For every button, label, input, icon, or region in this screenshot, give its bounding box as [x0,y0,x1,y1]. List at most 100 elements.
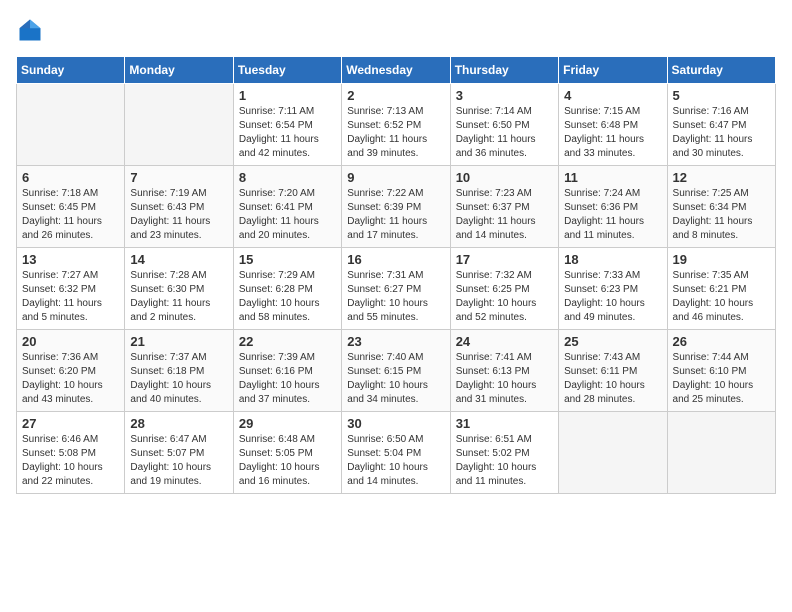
calendar-cell: 6 Sunrise: 7:18 AM Sunset: 6:45 PM Daylig… [17,166,125,248]
day-number: 5 [673,88,770,103]
page-header [16,16,776,44]
day-header-friday: Friday [559,57,667,84]
day-number: 30 [347,416,444,431]
day-header-sunday: Sunday [17,57,125,84]
day-info: Sunrise: 7:13 AM Sunset: 6:52 PM Dayligh… [347,105,444,161]
day-info: Sunrise: 6:47 AM Sunset: 5:07 PM Dayligh… [130,433,227,489]
day-number: 21 [130,334,227,349]
day-info: Sunrise: 6:50 AM Sunset: 5:04 PM Dayligh… [347,433,444,489]
calendar-cell: 7Sunrise: 7:19 AM Sunset: 6:43 PM Daylig… [125,166,233,248]
calendar-cell: 27 Sunrise: 6:46 AM Sunset: 5:08 PM Dayli… [17,412,125,494]
calendar-cell: 26 Sunrise: 7:44 AM Sunset: 6:10 PM Dayli… [667,330,775,412]
calendar-cell: 18 Sunrise: 7:33 AM Sunset: 6:23 PM Dayli… [559,248,667,330]
calendar-cell: 29 Sunrise: 6:48 AM Sunset: 5:05 PM Dayli… [233,412,341,494]
calendar-cell: 1 Sunrise: 7:11 AM Sunset: 6:54 PM Daylig… [233,84,341,166]
header-row: SundayMondayTuesdayWednesdayThursdayFrid… [17,57,776,84]
day-info: Sunrise: 7:35 AM Sunset: 6:21 PM Dayligh… [673,269,770,325]
day-header-thursday: Thursday [450,57,558,84]
calendar-cell: 25Sunrise: 7:43 AM Sunset: 6:11 PM Dayli… [559,330,667,412]
day-number: 4 [564,88,661,103]
day-number: 31 [456,416,553,431]
day-number: 24 [456,334,553,349]
day-number: 14 [130,252,227,267]
day-info: Sunrise: 7:11 AM Sunset: 6:54 PM Dayligh… [239,105,336,161]
calendar-cell: 24Sunrise: 7:41 AM Sunset: 6:13 PM Dayli… [450,330,558,412]
day-info: Sunrise: 6:48 AM Sunset: 5:05 PM Dayligh… [239,433,336,489]
calendar-cell: 4 Sunrise: 7:15 AM Sunset: 6:48 PM Daylig… [559,84,667,166]
day-number: 23 [347,334,444,349]
day-info: Sunrise: 7:27 AM Sunset: 6:32 PM Dayligh… [22,269,119,325]
calendar-cell: 11 Sunrise: 7:24 AM Sunset: 6:36 PM Dayli… [559,166,667,248]
week-row-3: 13 Sunrise: 7:27 AM Sunset: 6:32 PM Dayli… [17,248,776,330]
day-info: Sunrise: 7:22 AM Sunset: 6:39 PM Dayligh… [347,187,444,243]
day-number: 19 [673,252,770,267]
calendar-cell [559,412,667,494]
day-info: Sunrise: 7:24 AM Sunset: 6:36 PM Dayligh… [564,187,661,243]
calendar-cell: 30 Sunrise: 6:50 AM Sunset: 5:04 PM Dayli… [342,412,450,494]
calendar-cell: 31 Sunrise: 6:51 AM Sunset: 5:02 PM Dayli… [450,412,558,494]
day-info: Sunrise: 6:46 AM Sunset: 5:08 PM Dayligh… [22,433,119,489]
day-info: Sunrise: 7:18 AM Sunset: 6:45 PM Dayligh… [22,187,119,243]
day-info: Sunrise: 7:40 AM Sunset: 6:15 PM Dayligh… [347,351,444,407]
day-number: 2 [347,88,444,103]
day-info: Sunrise: 7:32 AM Sunset: 6:25 PM Dayligh… [456,269,553,325]
calendar-table: SundayMondayTuesdayWednesdayThursdayFrid… [16,56,776,494]
day-number: 3 [456,88,553,103]
day-info: Sunrise: 7:37 AM Sunset: 6:18 PM Dayligh… [130,351,227,407]
day-info: Sunrise: 7:29 AM Sunset: 6:28 PM Dayligh… [239,269,336,325]
day-number: 25 [564,334,661,349]
calendar-cell [667,412,775,494]
day-number: 20 [22,334,119,349]
day-header-saturday: Saturday [667,57,775,84]
day-number: 1 [239,88,336,103]
day-info: Sunrise: 6:51 AM Sunset: 5:02 PM Dayligh… [456,433,553,489]
day-number: 17 [456,252,553,267]
calendar-cell: 17 Sunrise: 7:32 AM Sunset: 6:25 PM Dayli… [450,248,558,330]
calendar-cell: 10 Sunrise: 7:23 AM Sunset: 6:37 PM Dayli… [450,166,558,248]
day-number: 9 [347,170,444,185]
day-number: 16 [347,252,444,267]
day-number: 13 [22,252,119,267]
day-info: Sunrise: 7:44 AM Sunset: 6:10 PM Dayligh… [673,351,770,407]
day-number: 27 [22,416,119,431]
calendar-cell: 16 Sunrise: 7:31 AM Sunset: 6:27 PM Dayli… [342,248,450,330]
calendar-cell: 15Sunrise: 7:29 AM Sunset: 6:28 PM Dayli… [233,248,341,330]
day-number: 26 [673,334,770,349]
day-info: Sunrise: 7:14 AM Sunset: 6:50 PM Dayligh… [456,105,553,161]
calendar-cell [125,84,233,166]
day-number: 18 [564,252,661,267]
day-info: Sunrise: 7:31 AM Sunset: 6:27 PM Dayligh… [347,269,444,325]
calendar-cell: 22 Sunrise: 7:39 AM Sunset: 6:16 PM Dayli… [233,330,341,412]
calendar-cell: 19 Sunrise: 7:35 AM Sunset: 6:21 PM Dayli… [667,248,775,330]
calendar-cell: 14 Sunrise: 7:28 AM Sunset: 6:30 PM Dayli… [125,248,233,330]
calendar-cell: 5 Sunrise: 7:16 AM Sunset: 6:47 PM Daylig… [667,84,775,166]
day-info: Sunrise: 7:33 AM Sunset: 6:23 PM Dayligh… [564,269,661,325]
logo-icon [16,16,44,44]
day-info: Sunrise: 7:15 AM Sunset: 6:48 PM Dayligh… [564,105,661,161]
day-number: 11 [564,170,661,185]
logo [16,16,48,44]
week-row-1: 1 Sunrise: 7:11 AM Sunset: 6:54 PM Daylig… [17,84,776,166]
calendar-cell: 3 Sunrise: 7:14 AM Sunset: 6:50 PM Daylig… [450,84,558,166]
week-row-4: 20 Sunrise: 7:36 AM Sunset: 6:20 PM Dayli… [17,330,776,412]
day-info: Sunrise: 7:39 AM Sunset: 6:16 PM Dayligh… [239,351,336,407]
day-info: Sunrise: 7:36 AM Sunset: 6:20 PM Dayligh… [22,351,119,407]
day-info: Sunrise: 7:23 AM Sunset: 6:37 PM Dayligh… [456,187,553,243]
day-number: 6 [22,170,119,185]
calendar-cell: 28 Sunrise: 6:47 AM Sunset: 5:07 PM Dayli… [125,412,233,494]
day-number: 22 [239,334,336,349]
day-info: Sunrise: 7:28 AM Sunset: 6:30 PM Dayligh… [130,269,227,325]
calendar-cell: 21 Sunrise: 7:37 AM Sunset: 6:18 PM Dayli… [125,330,233,412]
day-number: 12 [673,170,770,185]
day-header-wednesday: Wednesday [342,57,450,84]
calendar-cell: 12 Sunrise: 7:25 AM Sunset: 6:34 PM Dayli… [667,166,775,248]
day-number: 28 [130,416,227,431]
day-header-monday: Monday [125,57,233,84]
day-info: Sunrise: 7:16 AM Sunset: 6:47 PM Dayligh… [673,105,770,161]
day-header-tuesday: Tuesday [233,57,341,84]
calendar-cell: 13 Sunrise: 7:27 AM Sunset: 6:32 PM Dayli… [17,248,125,330]
day-number: 29 [239,416,336,431]
day-info: Sunrise: 7:25 AM Sunset: 6:34 PM Dayligh… [673,187,770,243]
day-number: 10 [456,170,553,185]
calendar-cell: 9 Sunrise: 7:22 AM Sunset: 6:39 PM Daylig… [342,166,450,248]
